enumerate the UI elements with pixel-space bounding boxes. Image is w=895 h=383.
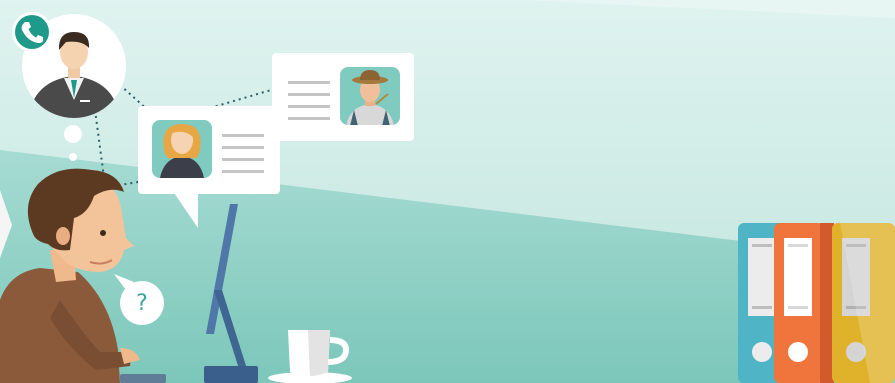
scene-svg bbox=[0, 0, 895, 383]
binder-gold bbox=[832, 223, 895, 383]
illustration-scene: ? bbox=[0, 0, 895, 383]
farmer-card bbox=[272, 53, 414, 141]
binder-orange bbox=[774, 223, 834, 383]
woman-avatar bbox=[160, 124, 204, 178]
phone-icon bbox=[12, 12, 52, 52]
